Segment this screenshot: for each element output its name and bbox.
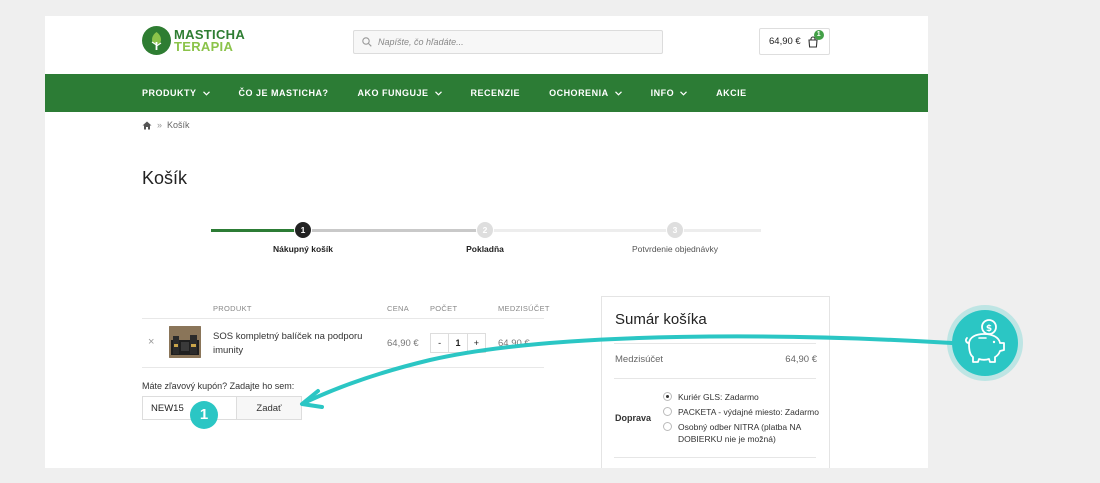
piggy-bank-icon: $ xyxy=(952,310,1018,376)
step-number-badge: 1 xyxy=(190,401,218,429)
svg-text:$: $ xyxy=(986,324,992,334)
annotation-arrow xyxy=(300,334,954,409)
